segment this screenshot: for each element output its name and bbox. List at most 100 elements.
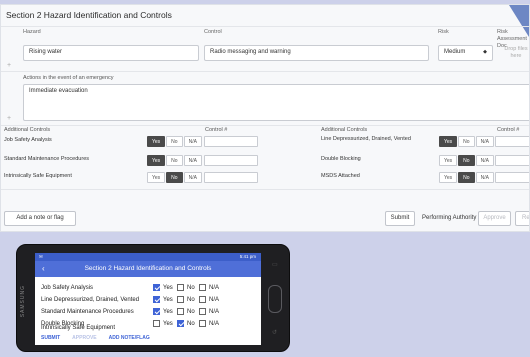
brand-label: SAMSUNG xyxy=(20,285,26,318)
add-row-icon[interactable]: + xyxy=(7,62,11,69)
drop-files-zone[interactable]: Drop files here xyxy=(501,46,529,60)
notification-icon: ✉ xyxy=(39,254,43,259)
option-no[interactable]: No xyxy=(458,155,475,166)
yes-no-na-toggle[interactable]: Yes No N/A xyxy=(439,155,495,166)
checkbox-icon xyxy=(199,308,206,315)
performing-authority-label: Performing Authority xyxy=(422,215,477,221)
opt-text: No xyxy=(187,296,195,303)
option-no[interactable]: No xyxy=(458,136,475,147)
opt-text: N/A xyxy=(209,308,220,315)
risk-select-value: Medium xyxy=(444,49,466,55)
control-number-input[interactable] xyxy=(204,172,258,183)
option-yes[interactable]: Yes xyxy=(147,172,166,183)
opt-text: No xyxy=(187,284,195,291)
additional-controls-label-right: Additional Controls xyxy=(321,127,368,133)
yes-no-na-toggle[interactable]: Yes No N/A xyxy=(147,136,203,147)
opt-text: Yes xyxy=(163,284,173,291)
checkbox-icon xyxy=(177,284,184,291)
control-number-input[interactable] xyxy=(204,155,258,166)
add-emergency-icon[interactable]: + xyxy=(7,115,11,122)
checkbox-na[interactable]: N/A xyxy=(199,308,219,315)
status-bar: ✉ 5:41 pm xyxy=(35,253,261,261)
yes-no-na-toggle[interactable]: Yes No N/A xyxy=(439,172,495,183)
phone-approve-button[interactable]: APPROVE xyxy=(72,335,96,341)
checkbox-icon xyxy=(199,296,206,303)
phone-add-note-button[interactable]: ADD NOTE/FLAG xyxy=(109,335,150,341)
status-time: 5:41 pm xyxy=(239,254,256,259)
yes-no-na-toggle[interactable]: Yes No N/A xyxy=(147,172,203,183)
risk-select[interactable]: Medium ◆ xyxy=(438,45,493,61)
checkbox-na[interactable]: N/A xyxy=(199,296,219,303)
option-yes[interactable]: Yes xyxy=(147,136,166,147)
option-na[interactable]: N/A xyxy=(183,136,202,147)
control-number-input[interactable] xyxy=(495,155,529,166)
divider xyxy=(1,26,529,27)
col-control: Control xyxy=(204,29,222,35)
row-label: Standard Maintenance Procedures xyxy=(41,309,134,315)
submit-button[interactable]: Submit xyxy=(385,211,415,226)
row-label: Job Safety Analysis xyxy=(41,285,94,291)
option-yes[interactable]: Yes xyxy=(439,136,458,147)
option-yes[interactable]: Yes xyxy=(439,155,458,166)
checkbox-yes[interactable]: Yes xyxy=(153,308,173,315)
control-input[interactable]: Radio messaging and warning xyxy=(204,45,429,61)
select-arrow-icon: ◆ xyxy=(483,49,487,55)
checkbox-no[interactable]: No xyxy=(177,296,195,303)
phone-submit-button[interactable]: SUBMIT xyxy=(41,335,60,341)
option-na[interactable]: N/A xyxy=(183,172,202,183)
opt-text: No xyxy=(187,308,195,315)
control-label: Standard Maintenance Procedures xyxy=(4,156,89,162)
divider xyxy=(1,189,529,190)
option-no[interactable]: No xyxy=(166,155,183,166)
col-hazard: Hazard xyxy=(23,29,41,35)
phone-device: SAMSUNG ▭ ↺ ✉ 5:41 pm ‹ Section 2 Hazard… xyxy=(16,244,290,352)
back-key-icon: ↺ xyxy=(272,330,278,336)
list-item: Intrinsically Safe Equipment xyxy=(41,325,256,335)
control-number-input[interactable] xyxy=(495,136,529,147)
row-label: Line Depressurized, Drained, Vented xyxy=(41,297,140,303)
control-label: MSDS Attached xyxy=(321,173,360,179)
row-label: Intrinsically Safe Equipment xyxy=(41,325,116,331)
reject-button[interactable]: Re xyxy=(515,211,529,226)
option-no[interactable]: No xyxy=(166,172,183,183)
approve-button[interactable]: Approve xyxy=(478,211,511,226)
option-na[interactable]: N/A xyxy=(475,172,494,183)
checkbox-na[interactable]: N/A xyxy=(199,284,219,291)
divider xyxy=(1,71,529,72)
control-label: Line Depressurized, Drained, Vented xyxy=(321,136,411,142)
col-risk: Risk xyxy=(438,29,449,35)
opt-text: Yes xyxy=(163,308,173,315)
check-icon xyxy=(153,284,160,291)
opt-text: N/A xyxy=(209,296,220,303)
phone-screen: ✉ 5:41 pm ‹ Section 2 Hazard Identificat… xyxy=(35,253,261,345)
option-na[interactable]: N/A xyxy=(475,155,494,166)
opt-text: N/A xyxy=(209,284,220,291)
checkbox-no[interactable]: No xyxy=(177,284,195,291)
checkbox-no[interactable]: No xyxy=(177,308,195,315)
option-na[interactable]: N/A xyxy=(475,136,494,147)
divider xyxy=(1,125,529,126)
control-label: Double Blocking xyxy=(321,156,361,162)
option-yes[interactable]: Yes xyxy=(147,155,166,166)
option-no[interactable]: No xyxy=(458,172,475,183)
option-no[interactable]: No xyxy=(166,136,183,147)
panel-title: Section 2 Hazard Identification and Cont… xyxy=(6,10,172,20)
app-title: Section 2 Hazard Identification and Cont… xyxy=(84,265,212,272)
yes-no-na-toggle[interactable]: Yes No N/A xyxy=(439,136,495,147)
check-icon xyxy=(153,308,160,315)
control-number-input[interactable] xyxy=(495,172,529,183)
option-na[interactable]: N/A xyxy=(183,155,202,166)
emergency-textarea[interactable]: Immediate evacuation xyxy=(23,84,529,121)
control-label: Intrinsically Safe Equipment xyxy=(4,173,72,179)
add-note-button[interactable]: Add a note or flag xyxy=(4,211,76,226)
yes-no-na-toggle[interactable]: Yes No N/A xyxy=(147,155,203,166)
control-number-input[interactable] xyxy=(204,136,258,147)
additional-controls-label-left: Additional Controls xyxy=(4,127,51,133)
emergency-label: Actions in the event of an emergency xyxy=(23,75,114,81)
checkbox-yes[interactable]: Yes xyxy=(153,284,173,291)
hazard-input[interactable]: Rising water xyxy=(23,45,199,61)
option-yes[interactable]: Yes xyxy=(439,172,458,183)
phone-footer: SUBMIT APPROVE ADD NOTE/FLAG xyxy=(41,335,162,341)
checkbox-yes[interactable]: Yes xyxy=(153,296,173,303)
hazard-form-panel: Section 2 Hazard Identification and Cont… xyxy=(0,4,530,232)
